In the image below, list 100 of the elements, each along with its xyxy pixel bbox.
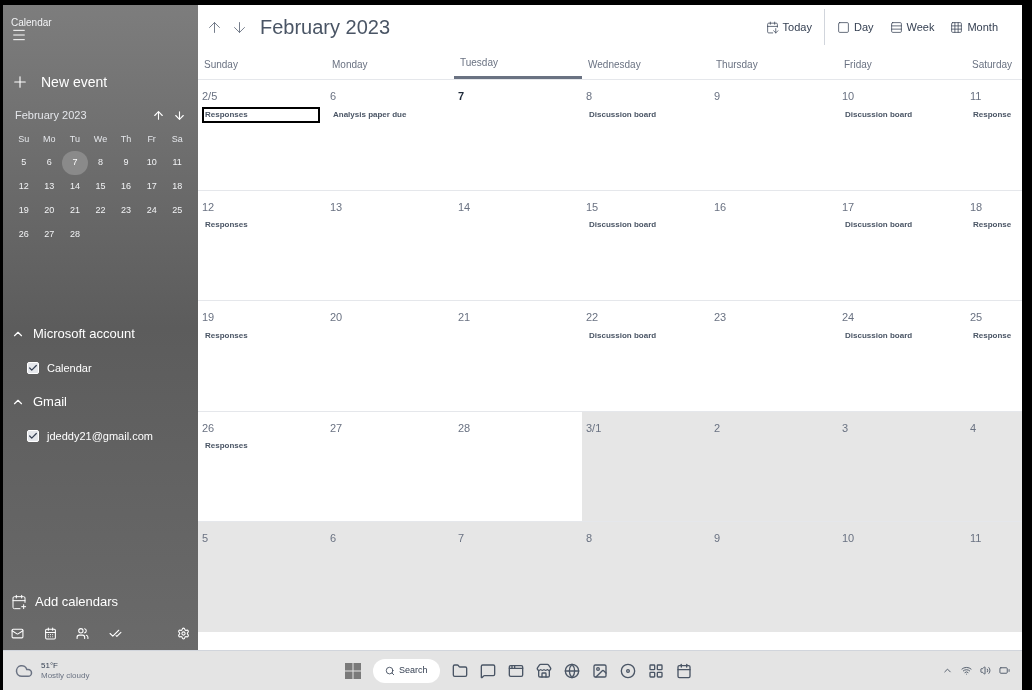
day-number: 3/1 bbox=[586, 420, 602, 436]
day-cell[interactable]: 3/1 bbox=[582, 410, 710, 522]
view-button[interactable]: Month bbox=[942, 13, 1006, 41]
mini-calendar-day[interactable]: 26 bbox=[11, 223, 37, 247]
view-button[interactable]: Week bbox=[881, 13, 943, 41]
day-number: 9 bbox=[714, 89, 721, 104]
app-icon[interactable] bbox=[619, 662, 636, 679]
mini-calendar-day[interactable]: 23 bbox=[113, 199, 139, 223]
weekday-header: Sunday bbox=[203, 57, 239, 72]
app-icon[interactable] bbox=[535, 662, 552, 679]
mini-calendar-day[interactable]: 20 bbox=[36, 199, 63, 223]
mini-calendar-day[interactable]: 12 bbox=[11, 175, 37, 199]
mini-calendar-day[interactable]: 9 bbox=[113, 151, 139, 175]
mini-calendar-day[interactable]: 19 bbox=[11, 199, 37, 223]
settings-icon[interactable] bbox=[176, 626, 190, 640]
event[interactable]: Discussion board bbox=[586, 327, 704, 344]
day-cell[interactable]: 11 bbox=[966, 521, 1022, 632]
day-number: 11 bbox=[970, 531, 982, 547]
mini-calendar-day[interactable]: 10 bbox=[138, 151, 165, 175]
app-icon[interactable] bbox=[647, 662, 664, 679]
mail-icon[interactable] bbox=[11, 626, 24, 640]
event[interactable]: Response bbox=[970, 217, 1022, 234]
view-button[interactable]: Today bbox=[757, 13, 820, 41]
app-icon[interactable] bbox=[451, 662, 468, 679]
calendar-checkbox[interactable] bbox=[27, 430, 39, 442]
event[interactable]: Responses bbox=[202, 438, 320, 455]
mini-calendar-day[interactable]: 18 bbox=[164, 175, 190, 199]
day-cell[interactable]: 6 bbox=[326, 521, 454, 632]
app-icon[interactable] bbox=[591, 662, 608, 679]
day-cell[interactable]: 3 bbox=[838, 410, 966, 522]
mini-calendar-day[interactable]: 11 bbox=[164, 151, 190, 175]
event[interactable]: Discussion board bbox=[842, 106, 960, 123]
calendar-icon[interactable] bbox=[43, 626, 57, 640]
mini-calendar-month[interactable]: February 2023 bbox=[15, 106, 87, 124]
day-cell[interactable]: 4 bbox=[966, 410, 1022, 522]
next-month-icon[interactable] bbox=[173, 108, 186, 122]
day-number: 7 bbox=[458, 531, 465, 547]
event[interactable]: Responses bbox=[202, 217, 320, 234]
app-icon[interactable] bbox=[479, 662, 496, 679]
day-number: 4 bbox=[970, 420, 977, 436]
mini-calendar-day[interactable]: 16 bbox=[113, 175, 139, 199]
event[interactable]: Response bbox=[970, 106, 1022, 123]
mini-calendar-day[interactable]: 7 bbox=[62, 151, 88, 175]
calendar-checkbox[interactable] bbox=[27, 362, 39, 374]
search-icon bbox=[385, 665, 395, 676]
day-number: 18 bbox=[970, 199, 983, 215]
mini-calendar-day[interactable]: 21 bbox=[62, 199, 88, 223]
day-number: 9 bbox=[714, 531, 721, 547]
mini-calendar-day[interactable]: 25 bbox=[164, 199, 190, 223]
day-cell[interactable]: 10 bbox=[838, 521, 966, 632]
new-event-button[interactable]: New event bbox=[7, 67, 194, 97]
day-number: 15 bbox=[586, 199, 599, 215]
event[interactable]: Discussion board bbox=[586, 217, 704, 234]
event[interactable]: Responses bbox=[202, 327, 320, 344]
people-icon[interactable] bbox=[76, 626, 90, 640]
event[interactable]: Discussion board bbox=[842, 327, 960, 344]
mini-calendar-day[interactable]: 5 bbox=[11, 151, 37, 175]
day-number: 22 bbox=[586, 310, 599, 326]
app-icon[interactable] bbox=[507, 662, 524, 679]
day-cell[interactable]: 7 bbox=[454, 521, 582, 632]
mini-calendar-day[interactable]: 22 bbox=[87, 199, 114, 223]
day-cell[interactable]: 8 bbox=[582, 521, 710, 632]
account-header[interactable]: Microsoft account bbox=[3, 317, 198, 351]
event[interactable]: Discussion board bbox=[586, 106, 704, 123]
mini-calendar-day[interactable]: 8 bbox=[87, 151, 114, 175]
calendar-label: jdeddy21@gmail.com bbox=[47, 428, 153, 444]
add-calendars-button[interactable]: Add calendars bbox=[3, 588, 198, 616]
mini-calendar-day[interactable]: 27 bbox=[36, 223, 63, 247]
battery-icon[interactable] bbox=[999, 665, 1010, 676]
mini-calendar-day[interactable]: 17 bbox=[138, 175, 165, 199]
mini-calendar-day[interactable]: 6 bbox=[36, 151, 63, 175]
weekday-header: Saturday bbox=[971, 57, 1014, 72]
view-button[interactable]: Day bbox=[828, 13, 882, 41]
day-number: 10 bbox=[842, 89, 855, 104]
wifi-icon[interactable] bbox=[961, 665, 972, 676]
mini-calendar-day[interactable]: 15 bbox=[87, 175, 114, 199]
event[interactable]: Responses bbox=[202, 106, 320, 123]
day-number: 26 bbox=[202, 420, 215, 436]
day-cell[interactable]: 5 bbox=[198, 521, 326, 632]
speaker-icon[interactable] bbox=[980, 665, 991, 676]
mini-calendar-day[interactable]: 28 bbox=[62, 223, 88, 247]
event[interactable]: Discussion board bbox=[842, 217, 960, 234]
start-icon[interactable] bbox=[345, 662, 361, 679]
day-number: 2 bbox=[714, 420, 721, 436]
mini-calendar-day[interactable]: 24 bbox=[138, 199, 165, 223]
account-header[interactable]: Gmail bbox=[3, 385, 198, 419]
day-cell[interactable]: 9 bbox=[710, 521, 838, 632]
event[interactable]: Response bbox=[970, 327, 1022, 344]
mini-calendar-day[interactable]: 14 bbox=[62, 175, 88, 199]
day-cell[interactable]: 2 bbox=[710, 410, 838, 522]
weekday-header: Monday bbox=[331, 57, 369, 72]
app-icon[interactable] bbox=[563, 662, 580, 679]
event[interactable]: Analysis paper due bbox=[330, 106, 448, 123]
day-number: 25 bbox=[970, 310, 983, 326]
search-button[interactable]: Search bbox=[373, 658, 440, 683]
day-number: 6 bbox=[330, 531, 337, 547]
mini-calendar-day[interactable]: 13 bbox=[36, 175, 63, 199]
menu-icon[interactable] bbox=[11, 27, 27, 43]
app-icon[interactable] bbox=[675, 662, 692, 679]
previous-month-icon[interactable] bbox=[152, 108, 165, 122]
